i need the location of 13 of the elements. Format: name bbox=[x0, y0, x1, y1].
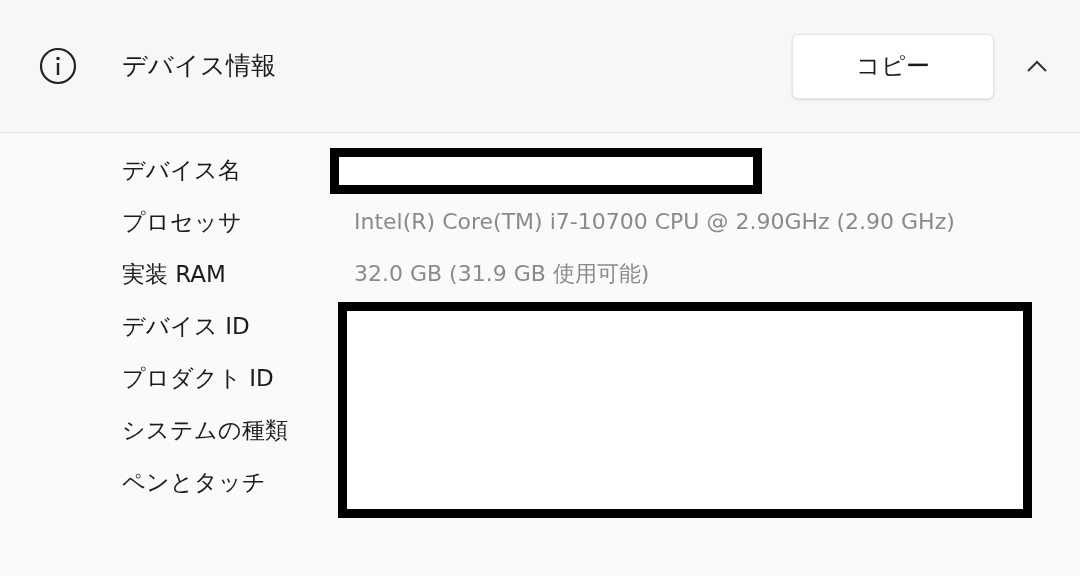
chevron-up-icon[interactable] bbox=[1026, 59, 1048, 73]
detail-label: デバイス名 bbox=[122, 156, 241, 185]
detail-value: 32.0 GB (31.9 GB 使用可能) bbox=[354, 261, 650, 286]
section-title: デバイス情報 bbox=[122, 50, 276, 83]
detail-label: プロセッサ bbox=[122, 208, 242, 237]
detail-label: システムの種類 bbox=[122, 416, 288, 445]
info-icon bbox=[38, 46, 78, 86]
detail-value: Intel(R) Core(TM) i7-10700 CPU @ 2.90GHz (2.90 GHz) bbox=[354, 209, 955, 234]
detail-label: ペンとタッチ bbox=[122, 468, 266, 497]
detail-label: プロダクト ID bbox=[122, 364, 274, 393]
detail-label: 実装 RAM bbox=[122, 260, 226, 289]
copy-button[interactable]: コピー bbox=[792, 33, 994, 99]
detail-label: デバイス ID bbox=[122, 312, 250, 341]
